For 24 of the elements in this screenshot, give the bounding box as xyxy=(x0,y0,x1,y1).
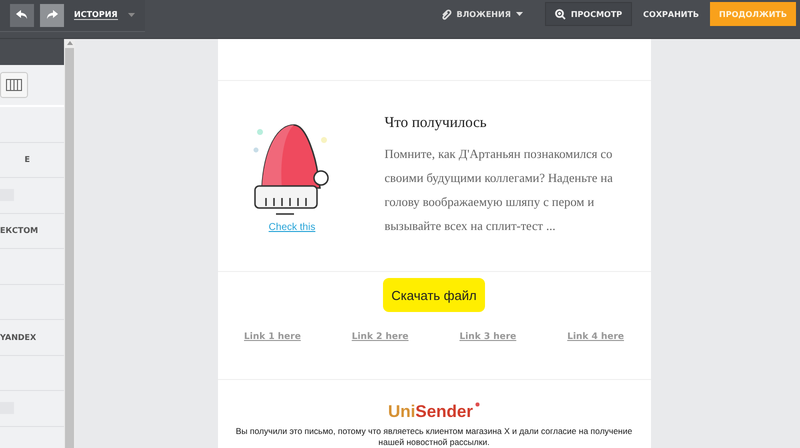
block-label[interactable]: Е xyxy=(24,155,64,164)
attachments-menu[interactable]: ВЛОЖЕНИЯ xyxy=(434,0,529,28)
card-title: Что получилось xyxy=(384,114,488,132)
redo-button[interactable] xyxy=(40,4,64,26)
block-label[interactable]: ЕКСТОМ xyxy=(0,226,64,236)
columns-button[interactable] xyxy=(0,72,28,98)
undo-arrow-icon xyxy=(16,10,28,20)
scrollbar[interactable] xyxy=(64,39,75,448)
scroll-up-icon[interactable] xyxy=(66,41,72,45)
unisender-logo: UniSender xyxy=(388,402,480,422)
card-text: Помните, как Д'Артаньян познакомился со своими будущими коллегами? Наденьте на голову воображаемую шляпу с пером и вызывайте всех на сплит-тест ... xyxy=(384,146,614,234)
block-label[interactable]: YANDEX xyxy=(0,332,64,342)
redo-arrow-icon xyxy=(46,10,58,20)
undo-button[interactable] xyxy=(10,4,34,26)
paperclip-icon xyxy=(440,8,452,20)
preview-button[interactable]: ПРОСМОТР xyxy=(544,2,632,26)
caret-icon[interactable] xyxy=(128,13,135,17)
history-label[interactable]: ИСТОРИЯ xyxy=(74,10,118,20)
scrollbar-thumb[interactable] xyxy=(65,48,74,448)
caret-icon xyxy=(516,12,523,16)
download-button[interactable]: Скачать файл xyxy=(383,278,485,312)
zoom-icon xyxy=(554,8,566,20)
footer-text: Вы получили это письмо, потому что являетесь клиентом магазина X и дали согласие на получение нашей новостной рассылки. xyxy=(234,426,634,448)
columns-icon xyxy=(6,79,22,91)
